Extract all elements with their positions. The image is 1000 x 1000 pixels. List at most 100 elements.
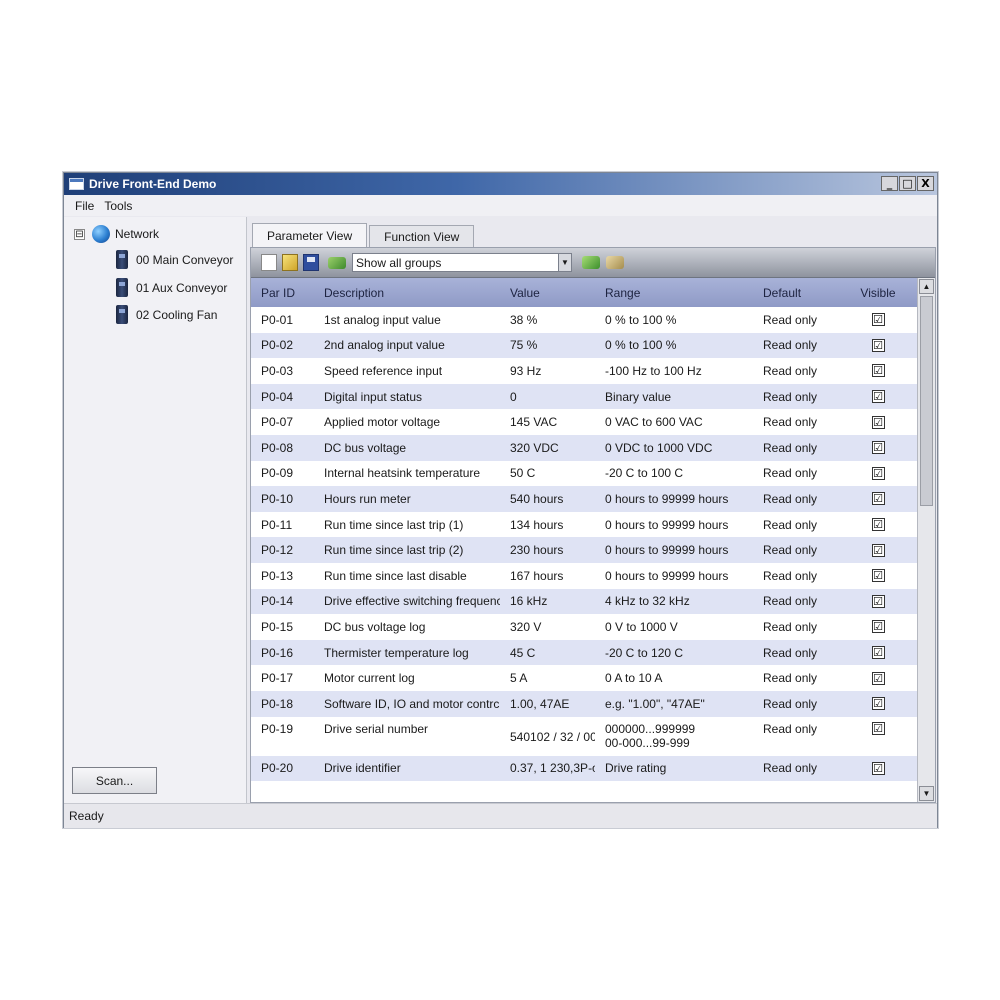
title-bar[interactable]: Drive Front-End Demo _ □ X [64,173,937,195]
cell-value[interactable]: 38 % [500,313,595,327]
visible-checkbox[interactable]: ☑ [871,620,885,634]
visible-checkbox[interactable]: ☑ [871,569,885,583]
visible-checkbox[interactable]: ☑ [871,761,885,775]
visible-checkbox[interactable]: ☑ [871,415,885,429]
column-header-description[interactable]: Description [314,286,500,300]
scroll-up-icon[interactable]: ▲ [919,279,934,294]
cell-value[interactable]: 16 kHz [500,594,595,608]
table-row[interactable]: P0-08 DC bus voltage 320 VDC 0 VDC to 10… [251,434,917,461]
scroll-down-icon[interactable]: ▼ [919,786,934,801]
visible-checkbox[interactable]: ☑ [871,390,885,404]
cell-value[interactable]: 230 hours [500,543,595,557]
tree-root-network[interactable]: ⊟ Network [74,225,159,243]
filter-arrow-icon[interactable] [328,256,346,269]
table-row[interactable]: P0-02 2nd analog input value 75 % 0 % to… [251,332,917,359]
cell-par-id: P0-01 [261,312,294,327]
upload-icon[interactable] [606,256,624,269]
cell-value[interactable]: 134 hours [500,518,595,532]
table-row[interactable]: P0-10 Hours run meter 540 hours 0 hours … [251,486,917,512]
table-row[interactable]: P0-13 Run time since last disable 167 ho… [251,563,917,589]
cell-range: 0 hours to 99999 hours [605,568,729,583]
collapse-icon[interactable]: ⊟ [74,228,85,240]
vertical-scrollbar[interactable]: ▲ ▼ [917,278,935,802]
visible-checkbox[interactable]: ☑ [871,594,885,608]
menu-tools[interactable]: Tools [99,199,137,213]
table-row[interactable]: P0-12 Run time since last trip (2) 230 h… [251,537,917,563]
table-row[interactable]: P0-16 Thermister temperature log 45 C -2… [251,639,917,666]
cell-par-id: P0-09 [261,466,294,481]
cell-value[interactable]: 167 hours [500,569,595,583]
tree-item-main-conveyor[interactable]: 00 Main Conveyor [116,250,233,269]
cell-default: Read only [763,671,818,686]
menu-file[interactable]: File [70,199,99,213]
table-row[interactable]: P0-15 DC bus voltage log 320 V 0 V to 10… [251,614,917,640]
cell-value[interactable]: 540102 / 32 / 00 [500,730,595,744]
cell-value[interactable]: 5 A [500,671,595,685]
tree-item-cooling-fan[interactable]: 02 Cooling Fan [116,305,217,324]
save-icon[interactable] [303,254,319,271]
table-row[interactable]: P0-04 Digital input status 0 Binary valu… [251,383,917,410]
cell-value[interactable]: 320 VDC [500,441,595,455]
cell-value[interactable]: 50 C [500,466,595,480]
minimize-button[interactable]: _ [881,176,898,191]
cell-value[interactable]: 0.37, 1 230,3P-o [500,761,595,775]
scroll-thumb[interactable] [920,296,933,506]
visible-checkbox[interactable]: ☑ [871,338,885,352]
visible-checkbox[interactable]: ☑ [871,721,885,735]
visible-checkbox[interactable]: ☑ [871,543,885,557]
new-document-icon[interactable] [261,254,277,271]
cell-default: Read only [763,721,818,736]
group-filter-select[interactable]: Show all groups ▼ [352,253,572,272]
chevron-down-icon[interactable]: ▼ [558,254,571,271]
table-row[interactable]: P0-09 Internal heatsink temperature 50 C… [251,461,917,487]
cell-range: 0 VAC to 600 VAC [605,415,703,430]
visible-checkbox[interactable]: ☑ [871,364,885,378]
cell-value[interactable]: 45 C [500,646,595,660]
visible-checkbox[interactable]: ☑ [871,697,885,711]
cell-value[interactable]: 1.00, 47AE [500,697,595,711]
cell-description: Digital input status [324,389,423,404]
tab-function-view[interactable]: Function View [369,225,475,247]
cell-description: Motor current log [324,671,415,686]
column-header-default[interactable]: Default [753,286,848,300]
cell-visible: ☑ [848,338,908,352]
tab-parameter-view[interactable]: Parameter View [252,223,368,247]
app-window: Drive Front-End Demo _ □ X File Tools ⊟ … [63,172,938,828]
table-row[interactable]: P0-18 Software ID, IO and motor contrc 1… [251,690,917,717]
cell-value[interactable]: 0 [500,390,595,404]
visible-checkbox[interactable]: ☑ [871,313,885,327]
status-text: Ready [69,809,104,823]
visible-checkbox[interactable]: ☑ [871,518,885,532]
visible-checkbox[interactable]: ☑ [871,646,885,660]
open-folder-icon[interactable] [282,254,298,271]
cell-value[interactable]: 540 hours [500,492,595,506]
table-row[interactable]: P0-01 1st analog input value 38 % 0 % to… [251,307,917,333]
cell-value[interactable]: 93 Hz [500,364,595,378]
parameter-panel: Show all groups ▼ Par ID Description Val… [250,247,936,803]
column-header-visible[interactable]: Visible [848,286,908,300]
column-header-range[interactable]: Range [595,286,753,300]
visible-checkbox[interactable]: ☑ [871,441,885,455]
visible-checkbox[interactable]: ☑ [871,492,885,506]
cell-par-id: P0-07 [261,415,294,430]
maximize-button[interactable]: □ [899,176,916,191]
scan-button[interactable]: Scan... [72,767,157,794]
table-row[interactable]: P0-17 Motor current log 5 A 0 A to 10 A … [251,665,917,691]
table-row[interactable]: P0-03 Speed reference input 93 Hz -100 H… [251,358,917,384]
cell-value[interactable]: 75 % [500,338,595,352]
table-row[interactable]: P0-20 Drive identifier 0.37, 1 230,3P-o … [251,755,917,782]
close-button[interactable]: X [917,176,934,191]
cell-value[interactable]: 145 VAC [500,415,595,429]
column-header-value[interactable]: Value [500,286,595,300]
table-row[interactable]: P0-19 Drive serial number 540102 / 32 / … [251,717,917,756]
tree-item-aux-conveyor[interactable]: 01 Aux Conveyor [116,278,227,297]
visible-checkbox[interactable]: ☑ [871,671,885,685]
table-row[interactable]: P0-07 Applied motor voltage 145 VAC 0 VA… [251,409,917,435]
cell-range: 0 % to 100 % [605,312,677,327]
visible-checkbox[interactable]: ☑ [871,466,885,480]
cell-value[interactable]: 320 V [500,620,595,634]
table-row[interactable]: P0-14 Drive effective switching frequenc… [251,588,917,615]
table-row[interactable]: P0-11 Run time since last trip (1) 134 h… [251,512,917,538]
download-icon[interactable] [582,256,600,269]
column-header-par-id[interactable]: Par ID [251,286,314,300]
